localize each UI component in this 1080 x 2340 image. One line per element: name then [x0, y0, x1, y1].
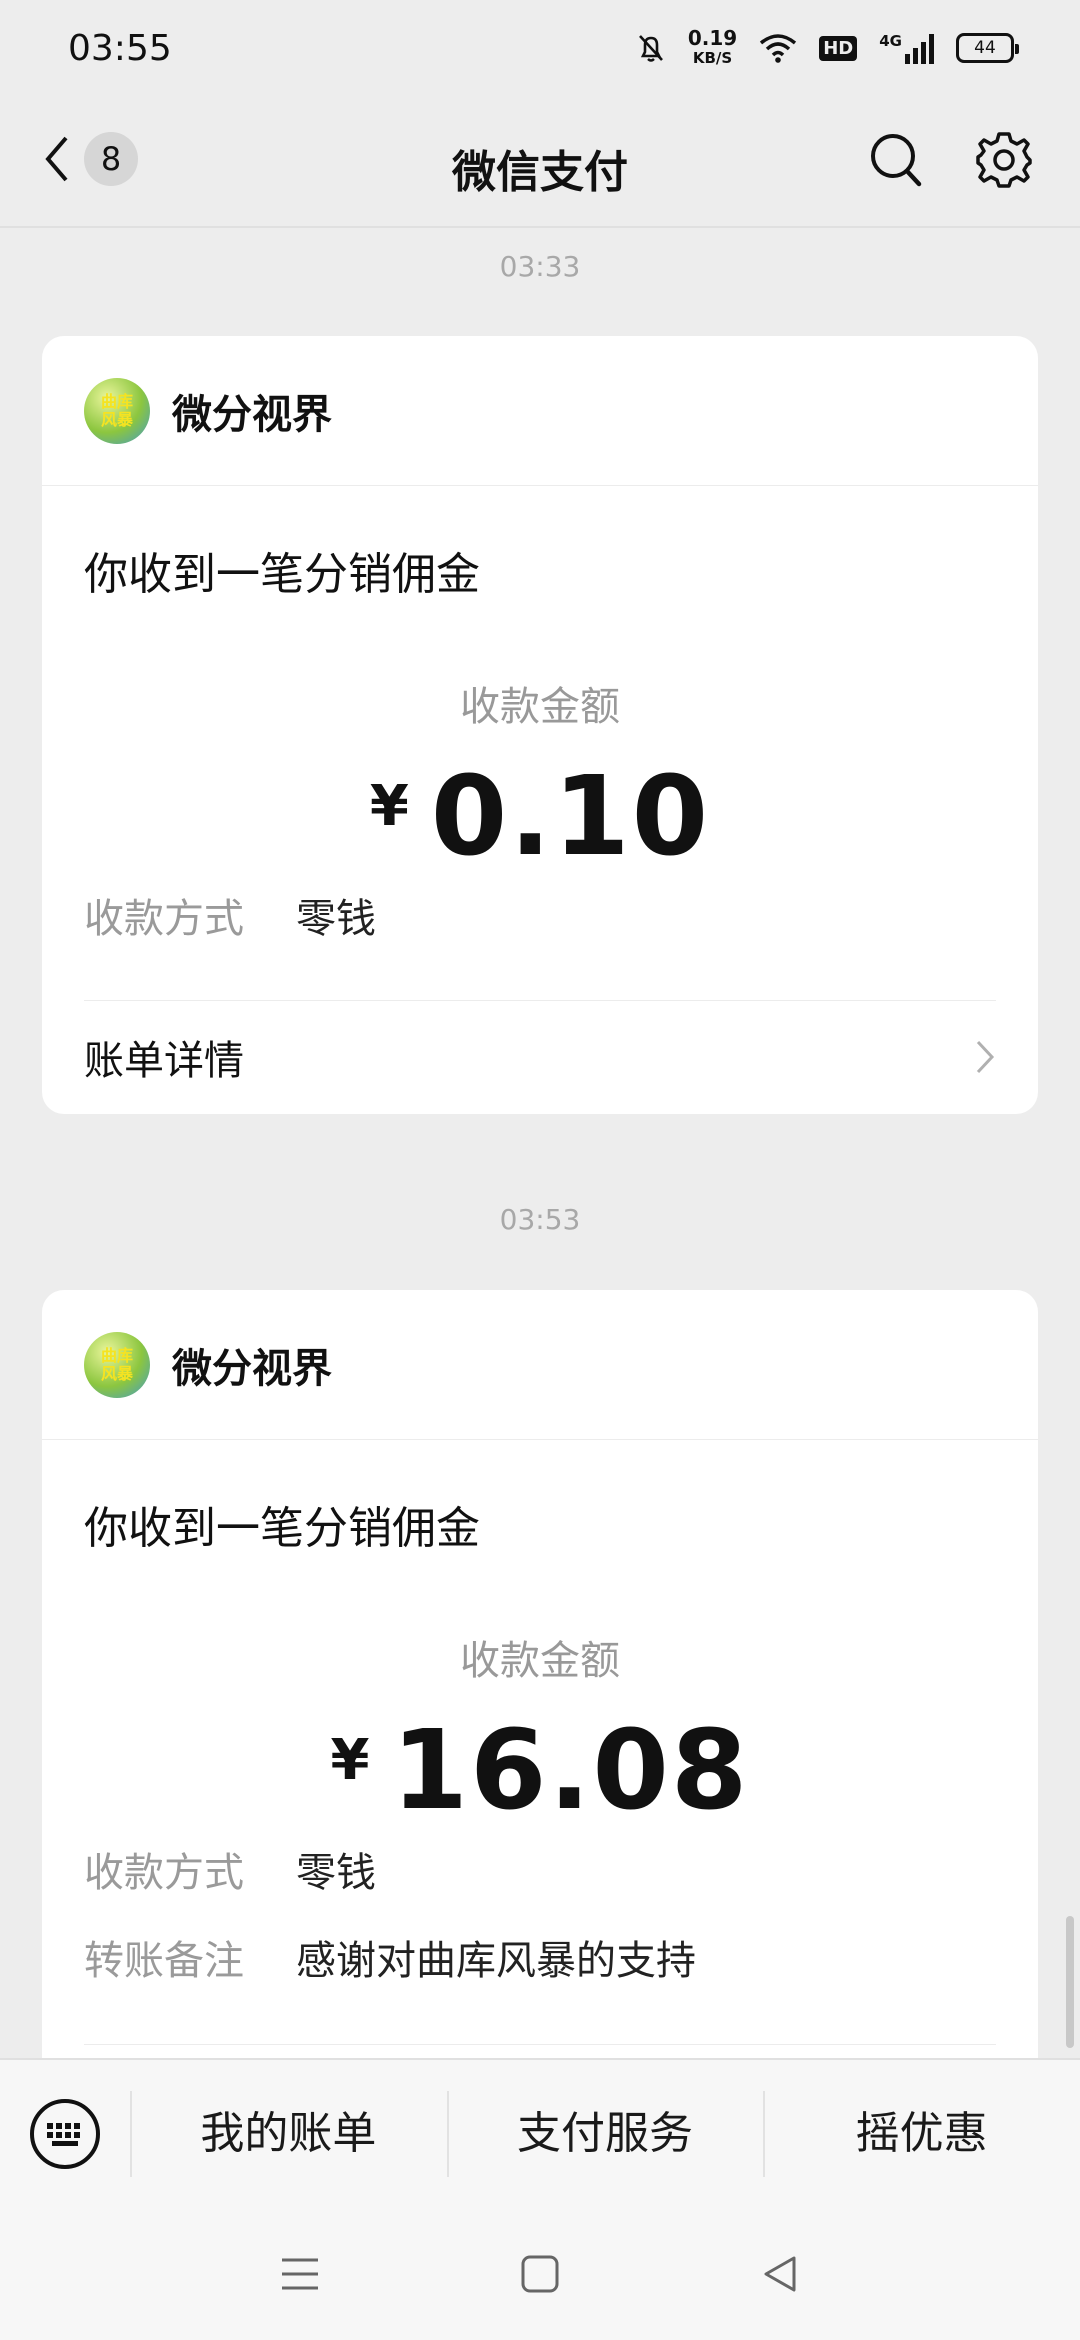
payment-method-row: 收款方式 零钱 — [84, 1850, 376, 1896]
nav-divider — [0, 226, 1080, 228]
keyboard-toggle-button[interactable] — [0, 2059, 130, 2209]
signal-icon: 4G — [879, 32, 934, 64]
merchant-name: 微分视界 — [172, 391, 332, 438]
menu-icon[interactable] — [280, 2256, 320, 2292]
home-icon[interactable] — [520, 2254, 560, 2294]
search-button[interactable] — [868, 130, 924, 194]
bottom-menu: 我的账单 支付服务 摇优惠 — [0, 2058, 1080, 2208]
avatar: 曲库风暴 — [84, 377, 150, 444]
hd-badge: HD — [819, 35, 858, 61]
bill-detail-link[interactable]: 账单详情 — [84, 1000, 996, 1112]
status-time: 03:55 — [68, 27, 172, 69]
menu-my-bills[interactable]: 我的账单 — [130, 2091, 447, 2177]
battery-icon: 44 — [956, 33, 1019, 63]
card-divider — [84, 2044, 996, 2045]
gear-icon — [976, 132, 1032, 188]
menu-payment-services[interactable]: 支付服务 — [446, 2091, 764, 2177]
net-speed: 0.19 KB/S — [687, 26, 738, 67]
amount-label: 收款金额 — [460, 1638, 620, 1684]
wifi-icon — [760, 34, 797, 63]
keyboard-icon — [30, 2099, 100, 2169]
chevron-right-icon — [976, 1040, 995, 1073]
settings-button[interactable] — [974, 130, 1034, 194]
message-timestamp: 03:53 — [499, 1203, 581, 1236]
merchant-name: 微分视界 — [172, 1345, 332, 1392]
card-header: 曲库风暴 微分视界 — [42, 336, 1038, 486]
message-timestamp: 03:33 — [499, 250, 581, 283]
status-icons: 0.19 KB/S HD 4G 44 — [636, 26, 1019, 68]
payment-method-row: 收款方式 零钱 — [84, 896, 376, 942]
status-bar: 03:55 0.19 KB/S HD 4G 44 — [0, 0, 1080, 96]
amount-label: 收款金额 — [460, 684, 620, 730]
avatar: 曲库风暴 — [84, 1331, 150, 1398]
card-title: 你收到一笔分销佣金 — [84, 549, 480, 600]
scrollbar[interactable] — [1066, 1916, 1074, 2048]
menu-shake-deals[interactable]: 摇优惠 — [763, 2091, 1080, 2177]
mute-bell-icon — [638, 35, 663, 62]
card-header: 曲库风暴 微分视界 — [42, 1290, 1038, 1440]
back-triangle-icon[interactable] — [760, 2254, 800, 2294]
amount-value: ¥0.10 — [369, 752, 711, 880]
transfer-note-row: 转账备注 感谢对曲库风暴的支持 — [84, 1938, 696, 1984]
payment-card[interactable]: 曲库风暴 微分视界 你收到一笔分销佣金 收款金额 ¥0.10 收款方式 零钱 账… — [42, 336, 1038, 1114]
nav-bar: 8 微信支付 — [0, 100, 1080, 224]
system-nav-bar — [0, 2208, 1080, 2340]
payment-card[interactable]: 曲库风暴 微分视界 你收到一笔分销佣金 收款金额 ¥16.08 收款方式 零钱 … — [42, 1290, 1038, 2090]
card-title: 你收到一笔分销佣金 — [84, 1503, 480, 1554]
search-icon — [871, 134, 922, 187]
amount-value: ¥16.08 — [330, 1706, 750, 1834]
